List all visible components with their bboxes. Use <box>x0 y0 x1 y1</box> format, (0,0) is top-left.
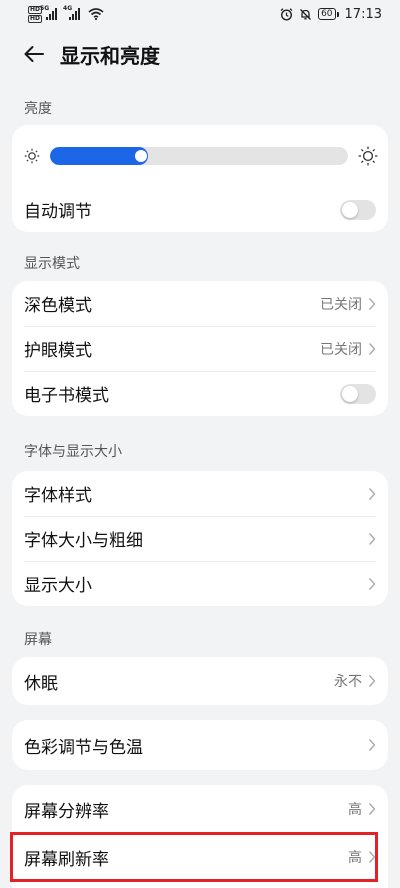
section-label-font-size: 字体与显示大小 <box>24 444 122 460</box>
chevron-right-icon <box>368 297 376 310</box>
sun-large-icon <box>358 146 378 166</box>
eye-comfort-value: 已关闭 <box>320 341 362 358</box>
display-mode-card: 深色模式 已关闭 护眼模式 已关闭 电子书模式 <box>12 281 388 416</box>
brightness-card: 自动调节 <box>12 125 388 232</box>
brightness-slider-fill <box>50 147 149 165</box>
display-size-row[interactable]: 显示大小 <box>12 561 388 606</box>
sleep-value: 永不 <box>334 674 362 690</box>
brightness-slider[interactable] <box>50 147 348 165</box>
dark-mode-row[interactable]: 深色模式 已关闭 <box>12 281 388 326</box>
chevron-right-icon <box>368 739 376 751</box>
chevron-right-icon <box>368 342 376 355</box>
battery-icon: 60 <box>318 8 339 20</box>
chevron-right-icon <box>368 532 376 545</box>
eye-comfort-row[interactable]: 护眼模式 已关闭 <box>12 326 388 371</box>
status-time: 17:13 <box>344 6 382 22</box>
font-size-weight-row[interactable]: 字体大小与粗细 <box>12 516 388 561</box>
page-title: 显示和亮度 <box>60 43 160 68</box>
color-temp-card: 色彩调节与色温 <box>12 720 388 770</box>
display-size-label: 显示大小 <box>24 576 92 596</box>
signal-icon: 5G <box>40 5 58 20</box>
alarm-icon <box>280 7 293 21</box>
eye-comfort-label: 护眼模式 <box>24 341 92 361</box>
sun-small-icon <box>24 148 40 164</box>
back-button[interactable] <box>10 32 58 76</box>
ebook-mode-label: 电子书模式 <box>24 386 109 406</box>
auto-brightness-toggle[interactable] <box>340 199 376 220</box>
font-size-card: 字体样式 字体大小与粗细 显示大小 <box>12 471 388 606</box>
color-temp-row[interactable]: 色彩调节与色温 <box>12 720 388 770</box>
sleep-label: 休眠 <box>24 673 58 694</box>
dark-mode-label: 深色模式 <box>24 296 92 316</box>
resolution-row[interactable]: 屏幕分辨率 高 <box>12 785 388 833</box>
chevron-right-icon <box>368 675 376 687</box>
section-label-screen: 屏幕 <box>24 632 52 648</box>
resolution-value: 高 <box>348 802 362 818</box>
auto-brightness-label: 自动调节 <box>24 202 92 222</box>
resolution-label: 屏幕分辨率 <box>24 801 109 822</box>
status-bar: HD HD 5G 4G 60 17:13 <box>0 0 400 28</box>
signal-icon-2: 4G <box>63 5 81 20</box>
dark-mode-value: 已关闭 <box>320 296 362 313</box>
chevron-right-icon <box>368 577 376 590</box>
chevron-right-icon <box>368 803 376 815</box>
arrow-left-icon <box>24 46 44 62</box>
sleep-card: 休眠 永不 <box>12 657 388 705</box>
color-temp-label: 色彩调节与色温 <box>24 737 143 758</box>
brightness-slider-row <box>12 125 388 187</box>
status-left: HD HD 5G 4G <box>28 5 104 23</box>
section-label-display-mode: 显示模式 <box>24 256 80 272</box>
mute-bell-icon <box>300 8 312 20</box>
section-label-brightness: 亮度 <box>24 101 52 117</box>
wifi-icon <box>88 8 104 20</box>
font-style-label: 字体样式 <box>24 486 92 506</box>
status-right: 60 17:13 <box>280 7 382 22</box>
auto-brightness-row[interactable]: 自动调节 <box>12 187 388 232</box>
font-size-weight-label: 字体大小与粗细 <box>24 531 143 551</box>
chevron-right-icon <box>368 487 376 500</box>
ebook-mode-toggle[interactable] <box>340 383 376 404</box>
app-header: 显示和亮度 <box>0 32 400 76</box>
sleep-row[interactable]: 休眠 永不 <box>12 657 388 705</box>
highlight-box <box>10 832 378 882</box>
font-style-row[interactable]: 字体样式 <box>12 471 388 516</box>
ebook-mode-row[interactable]: 电子书模式 <box>12 371 388 416</box>
